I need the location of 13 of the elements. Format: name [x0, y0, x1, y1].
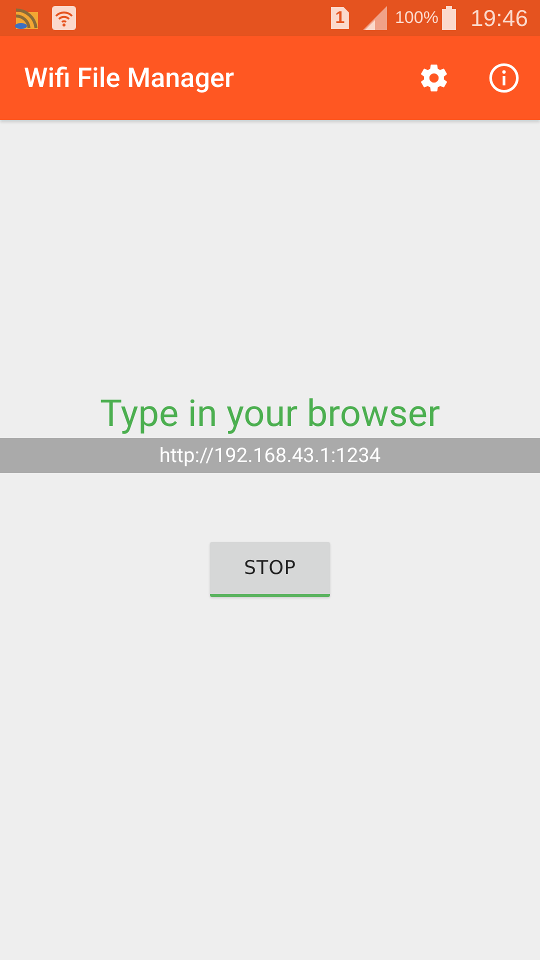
- instruction-heading: Type in your browser: [100, 392, 440, 438]
- cast-app-icon: [14, 6, 40, 30]
- sim-slot-icon: 1: [330, 7, 349, 29]
- app-title: Wifi File Manager: [24, 62, 236, 94]
- settings-icon[interactable]: [418, 62, 450, 94]
- battery-icon: [442, 6, 456, 30]
- battery-percent: 100%: [394, 8, 438, 28]
- wifi-app-icon: [52, 6, 76, 30]
- clock: 19:46: [470, 4, 528, 32]
- info-icon[interactable]: [488, 62, 520, 94]
- stop-button[interactable]: STOP: [210, 542, 330, 597]
- server-address: http://192.168.43.1:1234: [0, 438, 540, 473]
- signal-icon: [362, 6, 387, 30]
